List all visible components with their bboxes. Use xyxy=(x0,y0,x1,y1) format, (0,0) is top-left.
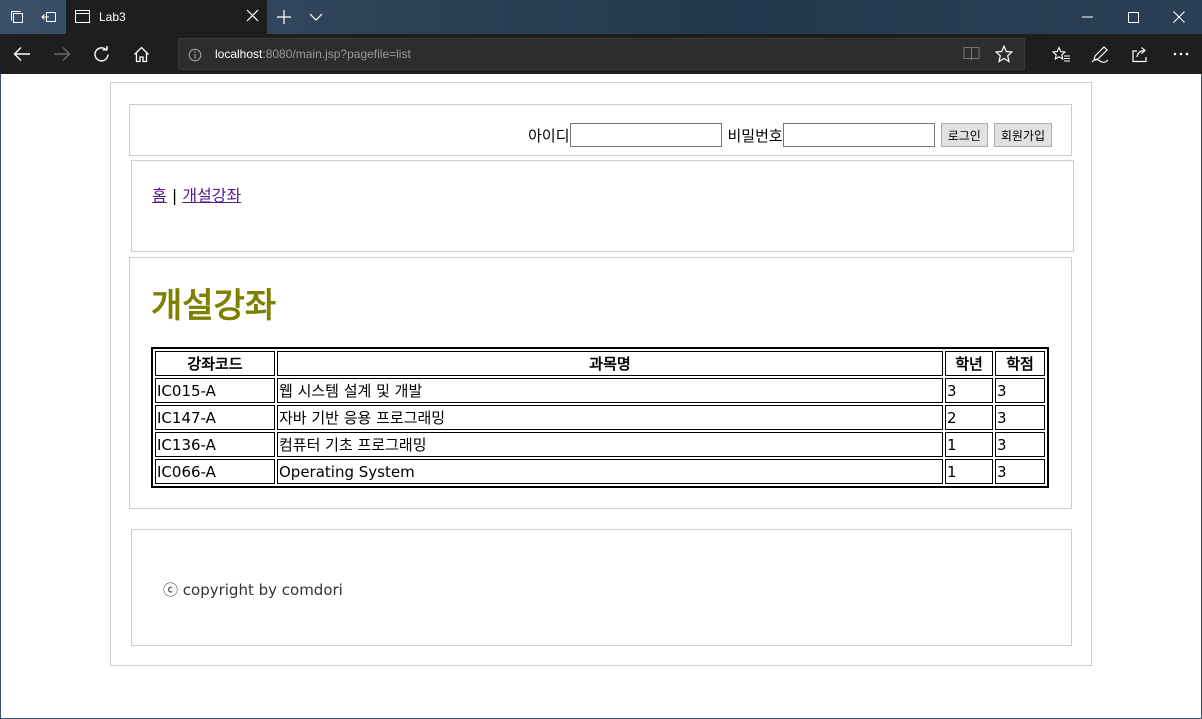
menu-separator: | xyxy=(171,186,178,205)
menu-section: 홈 | 개설강좌 xyxy=(131,160,1074,252)
table-row: IC147-A 자바 기반 응용 프로그래밍 2 3 xyxy=(155,405,1045,430)
share-icon[interactable] xyxy=(1120,34,1160,74)
content-section: 개설강좌 강좌코드 과목명 학년 학점 IC015-A 웹 시스템 설계 및 개… xyxy=(129,257,1072,509)
favorites-hub-icon[interactable] xyxy=(1041,34,1081,74)
cell-subject: 컴퓨터 기초 프로그래밍 xyxy=(277,432,943,457)
set-tabs-aside-icon[interactable] xyxy=(32,0,66,34)
cell-code: IC136-A xyxy=(155,432,275,457)
cell-code: IC147-A xyxy=(155,405,275,430)
web-note-pen-icon[interactable] xyxy=(1080,34,1120,74)
cell-credit: 3 xyxy=(995,432,1045,457)
cell-year: 3 xyxy=(945,378,993,403)
address-bar[interactable]: localhost:8080/main.jsp?pagefile=list xyxy=(178,38,1025,70)
login-form: 아이디 비밀번호 로그인 회원가입 xyxy=(528,123,1052,147)
cell-year: 2 xyxy=(945,405,993,430)
minimize-icon[interactable] xyxy=(1064,0,1110,34)
info-icon[interactable] xyxy=(188,47,202,66)
cell-code: IC066-A xyxy=(155,459,275,484)
login-section: 아이디 비밀번호 로그인 회원가입 xyxy=(129,104,1072,156)
cell-code: IC015-A xyxy=(155,378,275,403)
column-header-credit: 학점 xyxy=(995,351,1045,376)
refresh-icon[interactable] xyxy=(81,34,121,74)
menu: 홈 | 개설강좌 xyxy=(152,182,241,206)
cell-subject: 웹 시스템 설계 및 개발 xyxy=(277,378,943,403)
reading-view-icon[interactable] xyxy=(963,46,980,65)
column-header-code: 강좌코드 xyxy=(155,351,275,376)
title-bar: Lab3 xyxy=(0,0,1202,34)
tab-manager-icon[interactable] xyxy=(0,0,34,34)
navigation-bar: localhost:8080/main.jsp?pagefile=list xyxy=(0,34,1202,74)
column-header-subject: 과목명 xyxy=(277,351,943,376)
cell-subject: Operating System xyxy=(277,459,943,484)
tab-preview-chevron-icon[interactable] xyxy=(299,0,333,34)
page-container: 아이디 비밀번호 로그인 회원가입 홈 | 개설강좌 개설강좌 강좌코드 과목명… xyxy=(110,82,1092,666)
signup-button[interactable]: 회원가입 xyxy=(993,123,1052,147)
id-input[interactable] xyxy=(569,123,722,147)
close-tab-icon[interactable] xyxy=(246,9,259,25)
table-header-row: 강좌코드 과목명 학년 학점 xyxy=(155,351,1045,376)
favorite-star-icon[interactable] xyxy=(994,44,1014,67)
cell-year: 1 xyxy=(945,432,993,457)
close-window-icon[interactable] xyxy=(1156,0,1202,34)
password-label: 비밀번호 xyxy=(727,126,783,145)
cell-year: 1 xyxy=(945,459,993,484)
more-options-icon[interactable] xyxy=(1161,34,1201,74)
table-row: IC136-A 컴퓨터 기초 프로그래밍 1 3 xyxy=(155,432,1045,457)
course-table: 강좌코드 과목명 학년 학점 IC015-A 웹 시스템 설계 및 개발 3 3… xyxy=(151,347,1049,488)
maximize-icon[interactable] xyxy=(1110,0,1156,34)
tab-lab3[interactable]: Lab3 xyxy=(66,0,267,34)
table-row: IC066-A Operating System 1 3 xyxy=(155,459,1045,484)
copyright-text: ⓒ copyright by comdori xyxy=(163,581,343,599)
back-icon[interactable] xyxy=(2,34,42,74)
page-icon xyxy=(75,10,90,26)
cell-credit: 3 xyxy=(995,378,1045,403)
column-header-year: 학년 xyxy=(945,351,993,376)
page-title: 개설강좌 xyxy=(151,286,277,326)
footer-section: ⓒ copyright by comdori xyxy=(131,529,1072,646)
home-link[interactable]: 홈 xyxy=(152,186,167,205)
forward-icon[interactable] xyxy=(42,34,82,74)
tab-title: Lab3 xyxy=(99,10,126,24)
cell-credit: 3 xyxy=(995,459,1045,484)
new-tab-icon[interactable] xyxy=(267,0,301,34)
login-button[interactable]: 로그인 xyxy=(940,123,988,147)
home-icon[interactable] xyxy=(121,34,161,74)
courses-link[interactable]: 개설강좌 xyxy=(182,186,241,205)
cell-subject: 자바 기반 응용 프로그래밍 xyxy=(277,405,943,430)
id-label: 아이디 xyxy=(528,126,570,145)
cell-credit: 3 xyxy=(995,405,1045,430)
password-input[interactable] xyxy=(782,123,935,147)
table-row: IC015-A 웹 시스템 설계 및 개발 3 3 xyxy=(155,378,1045,403)
url-text[interactable]: localhost:8080/main.jsp?pagefile=list xyxy=(215,47,411,61)
